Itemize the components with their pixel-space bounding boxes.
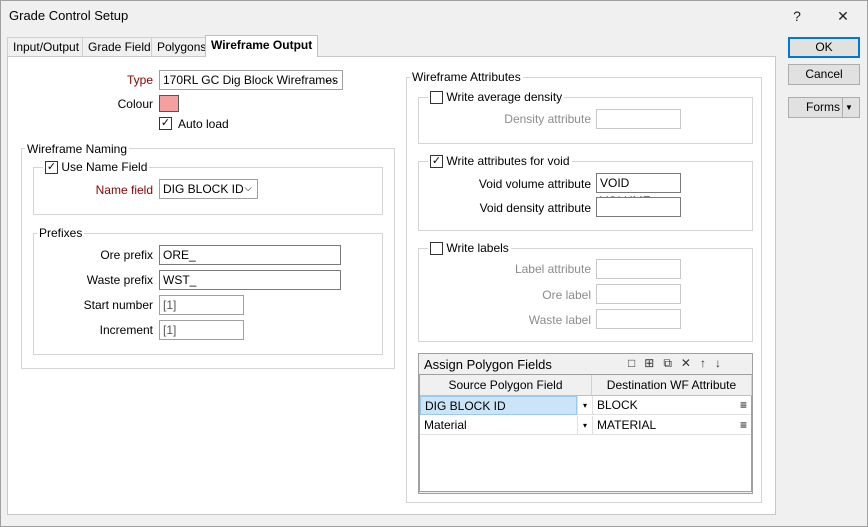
grid-toolbar: □⊞⧉✕↑↓: [628, 356, 730, 371]
labels-header: Write labels: [428, 241, 511, 256]
move-down-icon[interactable]: ↓: [715, 356, 730, 370]
void-volume-input[interactable]: VOID VOLUME: [596, 173, 681, 208]
delete-row-icon[interactable]: ✕: [681, 356, 700, 370]
write-avg-density-label: Write average density: [446, 90, 563, 104]
name-field-select[interactable]: DIG BLOCK ID ⌵: [159, 179, 258, 199]
copy-row-icon[interactable]: ⧉: [663, 356, 681, 370]
ok-button[interactable]: OK: [788, 37, 860, 58]
forms-button[interactable]: Forms ▼: [788, 97, 860, 118]
label-attribute-label: Label attribute: [514, 262, 591, 276]
source-cell-row-2[interactable]: Material: [420, 416, 577, 435]
forms-label: Forms: [806, 100, 840, 114]
ore-prefix-label: Ore prefix: [100, 248, 153, 262]
use-name-field-header: ✓ Use Name Field: [43, 160, 150, 175]
colour-swatch[interactable]: [159, 95, 179, 112]
list-icon[interactable]: ≡: [740, 396, 747, 415]
help-button[interactable]: ?: [787, 6, 807, 26]
density-attribute-input[interactable]: [596, 109, 681, 129]
tab-polygons[interactable]: Polygons: [151, 37, 213, 56]
autoload-checkbox[interactable]: ✓: [159, 117, 172, 130]
label-attribute-input[interactable]: [596, 259, 681, 279]
autoload-label: Auto load: [178, 117, 229, 131]
prefixes-title: Prefixes: [37, 226, 85, 240]
wireframe-attributes-title: Wireframe Attributes: [410, 70, 523, 84]
waste-label-input[interactable]: [596, 309, 681, 329]
name-field-value: DIG BLOCK ID: [163, 182, 244, 196]
name-field-label: Name field: [95, 183, 153, 197]
write-void-checkbox[interactable]: ✓: [430, 155, 443, 169]
density-attribute-label: Density attribute: [504, 112, 591, 126]
waste-prefix-input[interactable]: WST_: [159, 270, 341, 290]
start-number-label: Start number: [83, 298, 153, 312]
chevron-down-icon[interactable]: ▼: [845, 98, 853, 117]
increment-label: Increment: [99, 323, 153, 337]
insert-row-icon[interactable]: ⊞: [644, 356, 663, 370]
cancel-button[interactable]: Cancel: [788, 64, 860, 85]
assign-grid: Source Polygon Field Destination WF Attr…: [419, 374, 752, 492]
waste-label-label: Waste label: [528, 313, 591, 327]
avg-density-header: Write average density: [428, 90, 565, 105]
ore-label-label: Ore label: [542, 288, 591, 302]
chevron-down-icon: ⌵: [244, 183, 252, 194]
assign-polygon-fields-title: Assign Polygon Fields: [424, 357, 552, 372]
tab-wireframe-output[interactable]: Wireframe Output: [205, 35, 319, 57]
source-cell-row-1[interactable]: DIG BLOCK ID: [420, 396, 577, 415]
use-name-field-checkbox[interactable]: ✓: [45, 161, 58, 175]
void-volume-label: Void volume attribute: [478, 177, 591, 191]
tab-input-output[interactable]: Input/Output: [7, 37, 86, 56]
type-value: 170RL GC Dig Block Wireframes: [163, 73, 338, 87]
void-header: ✓ Write attributes for void: [428, 154, 572, 169]
start-number-input[interactable]: [1]: [159, 295, 244, 315]
colour-label: Colour: [117, 97, 153, 111]
col-source-header[interactable]: Source Polygon Field: [420, 375, 592, 396]
dest-cell-row-1[interactable]: BLOCK ≡: [592, 396, 751, 415]
write-void-label: Write attributes for void: [446, 154, 570, 168]
ore-label-input[interactable]: [596, 284, 681, 304]
move-up-icon[interactable]: ↑: [700, 356, 715, 370]
browse-button[interactable]: ...: [326, 69, 336, 87]
increment-input[interactable]: [1]: [159, 320, 244, 340]
chevron-down-icon[interactable]: ▾: [577, 396, 592, 415]
type-label: Type: [126, 73, 153, 87]
type-field[interactable]: 170RL GC Dig Block Wireframes ...: [159, 70, 343, 90]
void-density-label: Void density attribute: [479, 201, 591, 215]
write-labels-label: Write labels: [446, 241, 509, 255]
write-avg-density-checkbox[interactable]: [430, 91, 443, 105]
void-density-input[interactable]: [596, 197, 681, 217]
window-title: Grade Control Setup: [9, 8, 129, 23]
void-group: [418, 161, 753, 231]
waste-prefix-label: Waste prefix: [86, 273, 153, 287]
dest-value: MATERIAL: [597, 418, 657, 432]
ore-prefix-input[interactable]: ORE_: [159, 245, 341, 265]
list-icon[interactable]: ≡: [740, 416, 747, 435]
write-labels-checkbox[interactable]: [430, 242, 443, 256]
new-row-icon[interactable]: □: [628, 356, 644, 370]
close-button[interactable]: ✕: [833, 6, 853, 26]
wireframe-naming-title: Wireframe Naming: [25, 142, 130, 156]
dest-cell-row-2[interactable]: MATERIAL ≡: [592, 416, 751, 435]
chevron-down-icon[interactable]: ▾: [577, 416, 592, 435]
use-name-field-label: Use Name Field: [61, 160, 148, 174]
col-dest-header[interactable]: Destination WF Attribute: [592, 375, 752, 396]
dest-value: BLOCK: [597, 398, 638, 412]
